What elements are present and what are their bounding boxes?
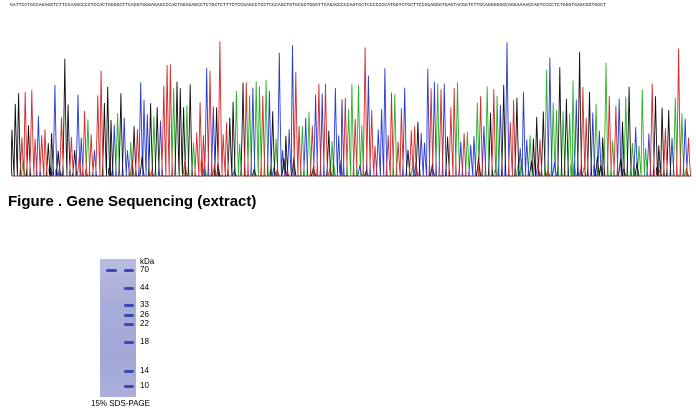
ladder-label: 22 <box>140 319 149 328</box>
ladder-band <box>124 287 134 290</box>
ladder-label: 10 <box>140 381 149 390</box>
sample-band <box>106 269 117 272</box>
ladder-band <box>124 341 134 344</box>
ladder-band <box>124 370 134 373</box>
ladder-band <box>124 314 134 317</box>
ladder-band <box>124 385 134 388</box>
ladder-label: 33 <box>140 300 149 309</box>
ladder-label: 26 <box>140 310 149 319</box>
gel-lane <box>100 259 136 397</box>
gel-image: kDa 70 44 33 26 22 18 14 10 15% SDS-PAGE <box>91 256 178 412</box>
ladder-label: 70 <box>140 265 149 274</box>
ladder-label: 44 <box>140 283 149 292</box>
ladder-label: 18 <box>140 337 149 346</box>
gel-caption: 15% SDS-PAGE <box>91 399 150 408</box>
ladder-band <box>124 269 134 272</box>
chromatogram-traces <box>10 41 692 178</box>
ladder-band <box>124 323 134 326</box>
chromatogram <box>10 41 692 178</box>
figure-caption: Figure . Gene Sequencing (extract) <box>8 193 257 210</box>
ladder-label: 14 <box>140 366 149 375</box>
ladder-band <box>124 304 134 307</box>
